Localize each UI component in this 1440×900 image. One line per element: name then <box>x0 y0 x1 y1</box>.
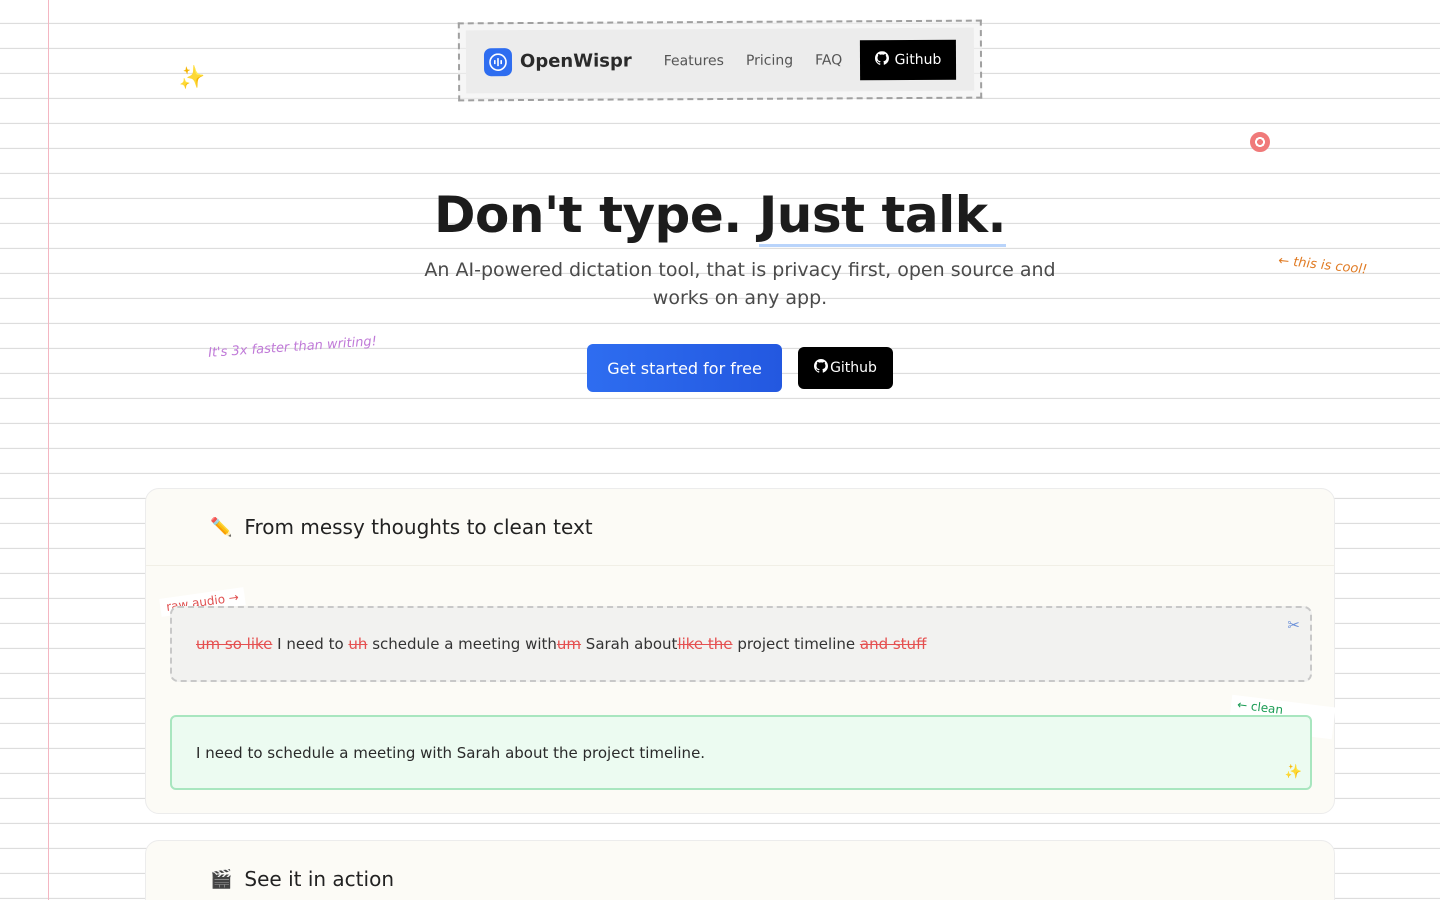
logo-icon[interactable] <box>483 47 513 76</box>
hero-subtitle: An AI-powered dictation tool, that is pr… <box>424 259 1056 309</box>
card-header: 🎬 See it in action <box>146 841 1334 900</box>
sparkle-icon: ✨ <box>1284 764 1302 780</box>
github-icon <box>874 50 889 69</box>
filler-word: um <box>556 635 582 653</box>
sparkle-icon: ✨ <box>176 64 208 93</box>
card-header: ✏️ From messy thoughts to clean text <box>146 489 1334 566</box>
nav-link-pricing[interactable]: Pricing <box>746 52 793 68</box>
card-title: From messy thoughts to clean text <box>244 515 593 539</box>
filler-word: like the <box>677 635 733 653</box>
nav-links: Features Pricing FAQ <box>664 52 843 69</box>
logo-text[interactable]: OpenWispr <box>520 50 632 72</box>
nav-link-features[interactable]: Features <box>664 52 724 68</box>
clapperboard-icon: 🎬 <box>210 868 233 890</box>
see-in-action-card: 🎬 See it in action <box>145 840 1335 900</box>
hero-title: Don't type. Just talk. <box>0 186 1440 247</box>
kept-word: schedule a meeting with <box>367 635 557 653</box>
notebook-margin-line <box>48 0 49 900</box>
get-started-button[interactable]: Get started for free <box>587 344 782 392</box>
hero-title-part1: Don't type. <box>434 186 742 244</box>
kept-word: I need to <box>272 635 349 653</box>
hero-github-label: Github <box>830 360 877 376</box>
clean-output-box: I need to schedule a meeting with Sarah … <box>170 715 1312 790</box>
target-icon <box>1250 132 1270 152</box>
messy-to-clean-card: ✏️ From messy thoughts to clean text raw… <box>145 488 1336 814</box>
navbar-inner: OpenWispr Features Pricing FAQ Github <box>465 27 975 94</box>
hero-title-part2: Just talk. <box>758 186 1006 247</box>
pencil-icon: ✏️ <box>210 516 233 538</box>
clean-output-text: I need to schedule a meeting with Sarah … <box>196 743 706 762</box>
filler-word: um so like <box>196 635 273 653</box>
card-title: See it in action <box>244 867 394 891</box>
hero-github-button[interactable]: Github <box>798 347 893 389</box>
scissors-icon: ✂ <box>1287 616 1300 634</box>
kept-word: Sarah about <box>581 635 678 653</box>
filler-word: uh <box>348 635 368 653</box>
github-icon <box>814 359 829 377</box>
navbar: OpenWispr Features Pricing FAQ Github <box>457 19 983 102</box>
nav-github-button[interactable]: Github <box>859 39 957 80</box>
raw-transcript-box: um so like I need to uh schedule a meeti… <box>170 606 1312 682</box>
handwritten-note-cool: ← this is cool! <box>1277 253 1368 278</box>
handwritten-note-faster: It's 3x faster than writing! <box>207 334 378 361</box>
nav-link-faq[interactable]: FAQ <box>815 52 842 68</box>
nav-github-label: Github <box>894 51 942 68</box>
raw-transcript-text: um so like I need to uh schedule a meeti… <box>196 635 926 653</box>
kept-word: project timeline <box>732 635 860 653</box>
filler-word: and stuff <box>859 635 927 653</box>
